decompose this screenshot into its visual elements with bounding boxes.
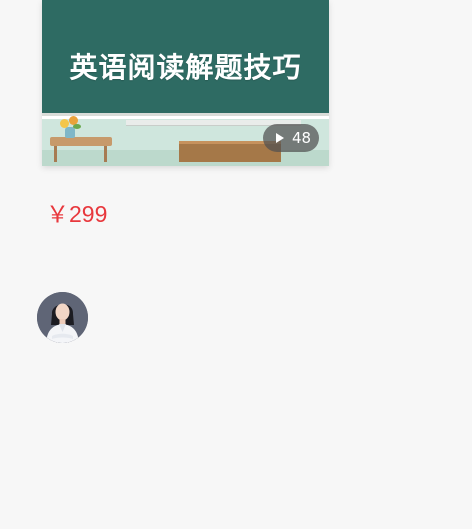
shelf-leg [104, 146, 107, 162]
shelf [50, 137, 112, 146]
video-count: 48 [292, 129, 312, 147]
flower-vase [65, 127, 75, 138]
shelf-leg [54, 146, 57, 162]
course-price: ￥299 [46, 201, 108, 227]
play-icon [276, 133, 284, 143]
chalkboard: 英语阅读解题技巧 [42, 0, 329, 116]
teacher-avatar-image [37, 292, 88, 343]
course-card[interactable]: 英语阅读解题技巧 48 [42, 0, 329, 166]
video-count-badge[interactable]: 48 [263, 124, 319, 152]
flower [60, 119, 69, 128]
leaf [73, 124, 81, 129]
teacher-avatar[interactable] [37, 292, 88, 343]
course-page: 英语阅读解题技巧 48 ￥299 [0, 0, 472, 529]
course-title: 英语阅读解题技巧 [69, 51, 302, 84]
